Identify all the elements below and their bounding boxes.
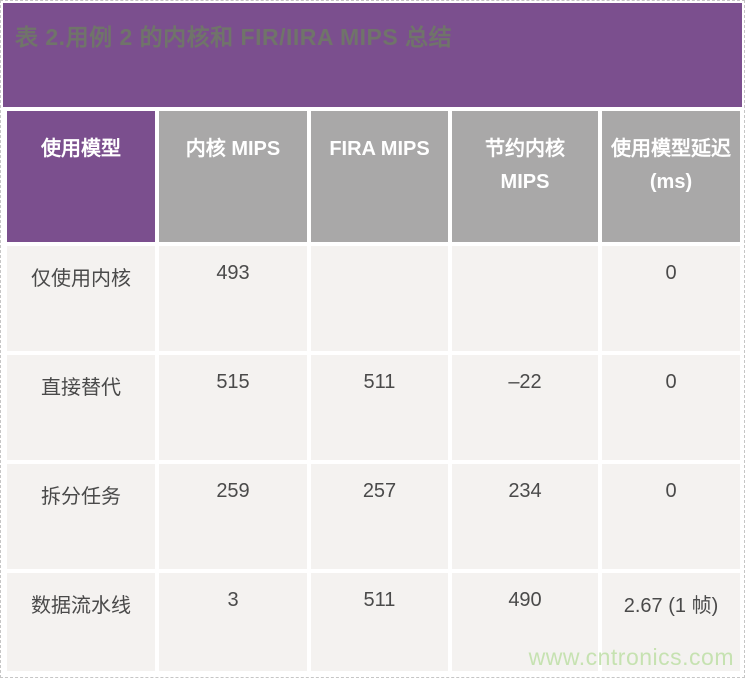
header-row: 使用模型 内核 MIPS FIRA MIPS 节约内核 MIPS 使用模型延迟 … (7, 111, 740, 242)
column-header-latency: 使用模型延迟 (ms) (602, 111, 740, 242)
cell-latency: 0 (602, 246, 740, 351)
cell-saved-kernel-mips: –22 (452, 355, 598, 460)
cell-fira-mips: 257 (311, 464, 448, 569)
cell-usage-model: 仅使用内核 (7, 246, 155, 351)
cell-latency: 0 (602, 464, 740, 569)
mips-summary-table: 使用模型 内核 MIPS FIRA MIPS 节约内核 MIPS 使用模型延迟 … (3, 107, 744, 675)
column-header-kernel-mips: 内核 MIPS (159, 111, 307, 242)
cell-usage-model: 拆分任务 (7, 464, 155, 569)
cell-fira-mips: 511 (311, 355, 448, 460)
cell-saved-kernel-mips: 234 (452, 464, 598, 569)
column-header-fira-mips: FIRA MIPS (311, 111, 448, 242)
column-header-usage-model: 使用模型 (7, 111, 155, 242)
site-watermark: www.cntronics.com (529, 644, 734, 671)
cell-usage-model: 数据流水线 (7, 573, 155, 671)
table-row: 拆分任务 259 257 234 0 (7, 464, 740, 569)
page: 表 2.用例 2 的内核和 FIR/IIRA MIPS 总结 使用模型 内核 M… (0, 0, 745, 678)
cell-kernel-mips: 3 (159, 573, 307, 671)
table-row: 仅使用内核 493 0 (7, 246, 740, 351)
cell-kernel-mips: 515 (159, 355, 307, 460)
page-title: 表 2.用例 2 的内核和 FIR/IIRA MIPS 总结 (15, 18, 742, 52)
cell-fira-mips (311, 246, 448, 351)
cell-kernel-mips: 493 (159, 246, 307, 351)
cell-usage-model: 直接替代 (7, 355, 155, 460)
cell-fira-mips: 511 (311, 573, 448, 671)
column-header-saved-kernel-mips: 节约内核 MIPS (452, 111, 598, 242)
cell-saved-kernel-mips (452, 246, 598, 351)
table-title-banner: 表 2.用例 2 的内核和 FIR/IIRA MIPS 总结 (3, 3, 742, 107)
cell-latency: 0 (602, 355, 740, 460)
cell-kernel-mips: 259 (159, 464, 307, 569)
table-row: 直接替代 515 511 –22 0 (7, 355, 740, 460)
